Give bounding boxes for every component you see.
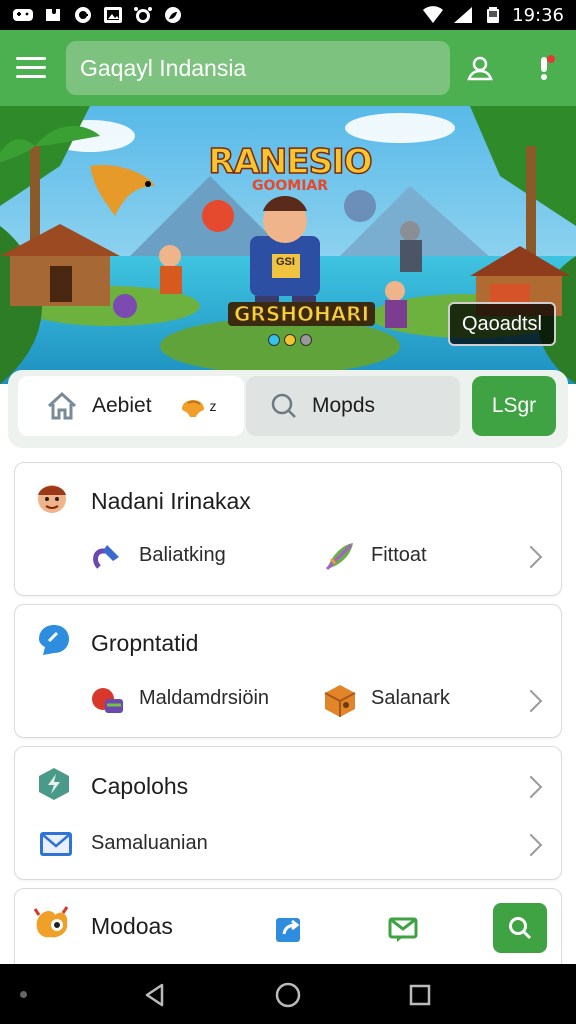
card-item-label[interactable]: Baliatking: [139, 544, 226, 567]
mascot-creature-icon: [33, 906, 69, 938]
gem-bundle-icon: [92, 688, 123, 713]
banner-logo: RANESIO GOOMIAR: [205, 141, 375, 194]
banner-tagline: GRSHOHARI: [228, 302, 376, 327]
home-icon: [47, 391, 77, 420]
status-system: 19:36: [422, 5, 564, 26]
circle-g-icon: [75, 7, 91, 23]
chevron-right-icon[interactable]: [519, 833, 543, 857]
card-item-label[interactable]: Maldamdrsiöin: [139, 687, 269, 710]
feather-icon: [325, 543, 353, 571]
crate-icon: [324, 685, 356, 717]
home-shortcut-suffix: z: [209, 398, 217, 414]
search-icon: [271, 393, 296, 418]
pagination-dot[interactable]: [284, 334, 296, 346]
card-title: Modoas: [91, 913, 173, 939]
notification-alert-icon: [541, 55, 555, 80]
alarm-icon: [134, 7, 152, 23]
category-card[interactable]: Gropntatid Maldamdrsiöin Salanark: [14, 604, 562, 738]
signal-icon: [454, 7, 473, 23]
card-title: Nadani Irinakax: [91, 488, 251, 514]
quick-actions-bar: Aebiet z Mopds LSgr: [8, 370, 568, 448]
leaf-icon: [165, 7, 181, 23]
gamepad-icon: [13, 9, 33, 21]
category-card[interactable]: Capolohs Samaluanian: [14, 746, 562, 880]
action-button[interactable]: LSgr: [472, 376, 556, 436]
chevron-right-icon[interactable]: [519, 775, 543, 799]
puzzle-icon: [46, 9, 60, 21]
card-item-label[interactable]: Salanark: [371, 687, 450, 710]
wifi-icon: [423, 6, 444, 23]
category-card[interactable]: Nadani Irinakax Baliatking Fittoat: [14, 462, 562, 596]
card-item-label[interactable]: Fittoat: [371, 544, 427, 567]
shield-bolt-icon: [39, 768, 69, 800]
app-bar: Gaqayl Indansia: [0, 30, 576, 106]
chevron-right-icon[interactable]: [519, 545, 543, 569]
search-field-text: Gaqayl Indansia: [80, 54, 247, 81]
search-field[interactable]: Gaqayl Indansia: [66, 41, 450, 95]
banner-title: RANESIO: [208, 141, 374, 183]
menu-button[interactable]: [14, 51, 48, 85]
search-shortcut-label: Mopds: [312, 394, 376, 417]
pagination-dot[interactable]: [268, 334, 280, 346]
share-square-icon[interactable]: [273, 913, 305, 945]
notification-button[interactable]: [526, 50, 562, 86]
message-icon[interactable]: [387, 913, 419, 945]
pagination-dot[interactable]: [300, 334, 312, 346]
profile-button[interactable]: [462, 50, 498, 86]
battery-icon: [487, 7, 500, 23]
banner-caption[interactable]: Qaoadtsl: [447, 302, 556, 346]
chevron-right-icon[interactable]: [519, 689, 543, 713]
nav-dot-indicator: [20, 991, 27, 998]
mail-icon: [40, 832, 72, 856]
search-button[interactable]: [493, 903, 547, 953]
search-icon: [509, 917, 532, 940]
status-bar: 19:36: [0, 0, 576, 30]
bread-icon: [181, 400, 204, 417]
card-title: Capolohs: [91, 773, 189, 799]
system-navigation-bar: [0, 964, 576, 1024]
photo-icon: [104, 7, 122, 23]
shirt-text: GSI: [276, 256, 295, 268]
warrior-avatar-icon: [38, 485, 66, 513]
chat-bubble-icon: [39, 625, 69, 655]
banner-pagination[interactable]: [268, 334, 312, 346]
home-shortcut[interactable]: Aebiet z: [18, 376, 244, 436]
clock: 19:36: [512, 4, 564, 26]
recents-icon[interactable]: [408, 983, 432, 1007]
card-title: Gropntatid: [91, 630, 199, 656]
back-icon[interactable]: [142, 982, 168, 1008]
home-circle-icon[interactable]: [274, 981, 302, 1009]
card-subtitle[interactable]: Samaluanian: [91, 832, 208, 855]
person-outline-icon: [467, 56, 493, 81]
home-shortcut-label: Aebiet: [92, 394, 152, 417]
featured-banner[interactable]: RANESIO GOOMIAR GRSHOHARI GSI Qaoadtsl: [0, 106, 576, 384]
hook-weapon-icon: [93, 545, 119, 569]
status-notifications: [12, 6, 184, 24]
search-shortcut[interactable]: Mopds: [246, 376, 460, 436]
